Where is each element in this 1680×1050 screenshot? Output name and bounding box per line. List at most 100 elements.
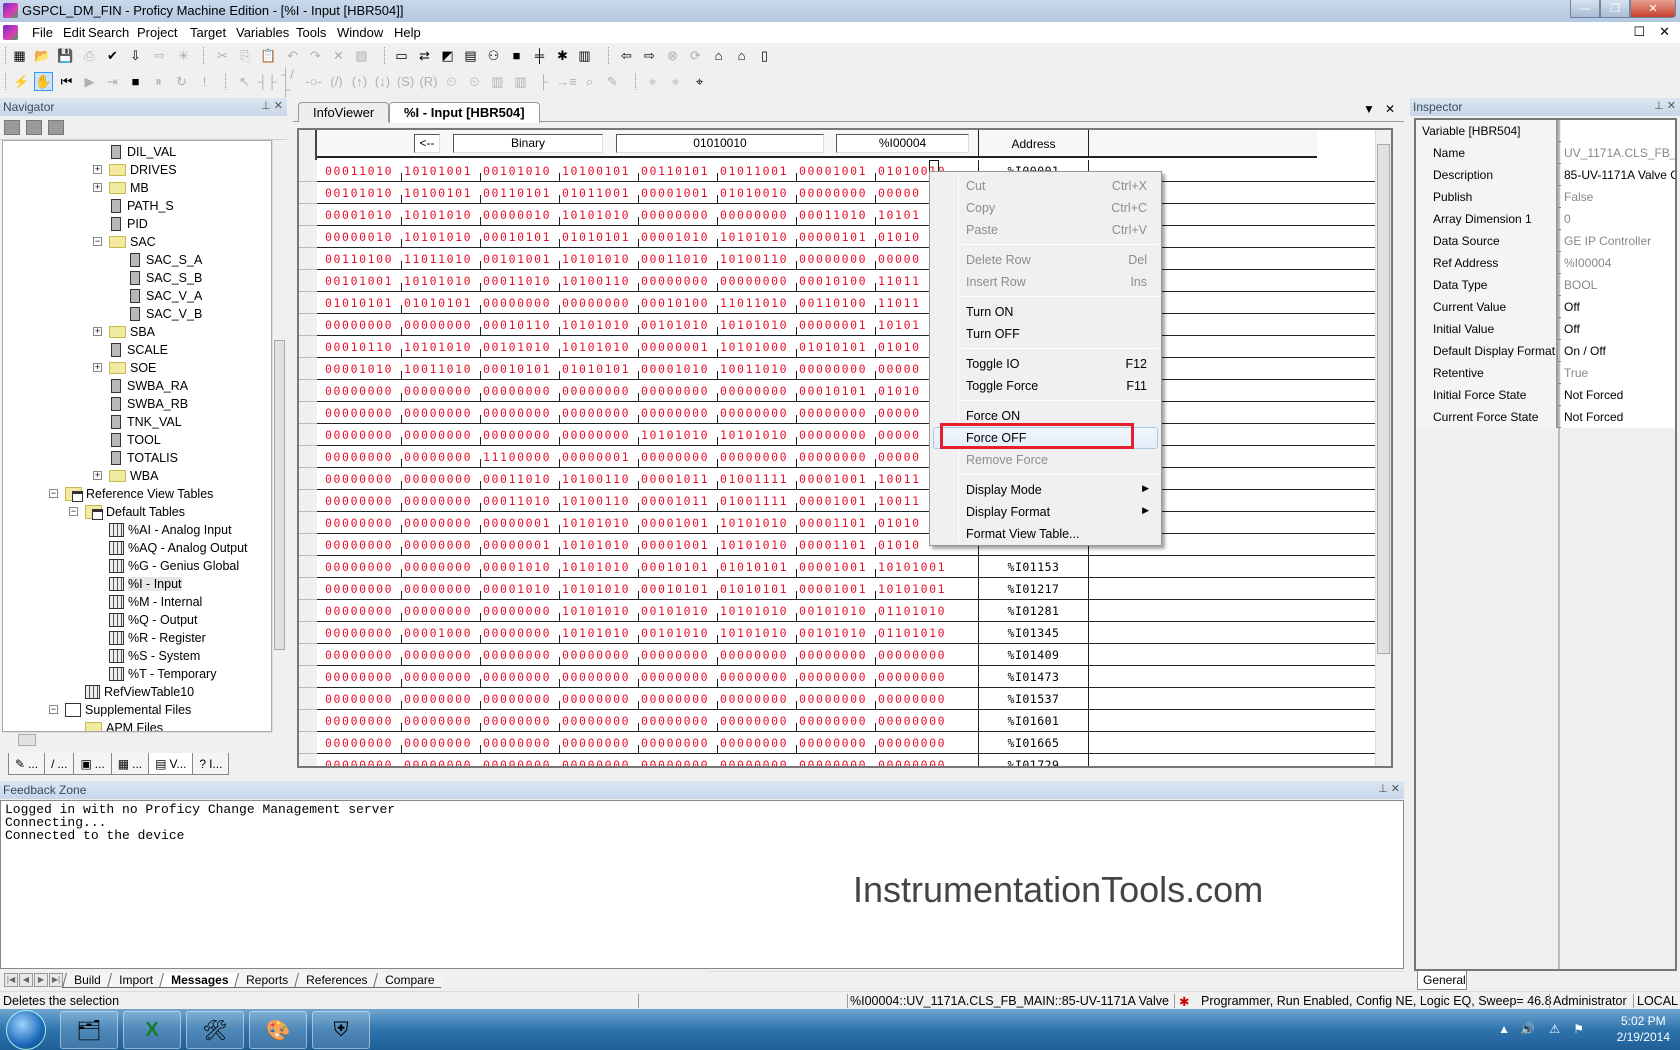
expand-icon[interactable]: + <box>93 327 102 336</box>
binary-cell[interactable]: 00000000 <box>799 450 867 464</box>
tree-item[interactable]: PATH_S <box>109 197 174 215</box>
binary-cell[interactable]: 01011001 <box>562 186 630 200</box>
binary-cell[interactable]: 01101010 <box>878 604 946 618</box>
binoculars-icon[interactable]: ⌖ <box>643 72 662 91</box>
tools-icon[interactable]: 🛠 <box>186 1011 244 1049</box>
binary-cell[interactable]: 10100101 <box>562 164 630 178</box>
binary-cell[interactable]: 00101010 <box>483 340 551 354</box>
binary-cell[interactable]: 00000000 <box>404 736 472 750</box>
tray-expand-icon[interactable]: ▲ <box>1498 1022 1510 1036</box>
tab-infoviewer[interactable]: InfoViewer <box>298 102 390 122</box>
table-row[interactable]: 00001010 10101010 00000010 10101010 00000000… <box>299 204 1391 226</box>
row-selector[interactable] <box>299 182 317 204</box>
binary-cell[interactable]: 00000000 <box>799 736 867 750</box>
binary-cell[interactable]: 00000000 <box>720 406 788 420</box>
binary-cell[interactable]: 00110101 <box>483 186 551 200</box>
binary-cell[interactable]: 01010 <box>878 516 921 530</box>
binary-cell[interactable]: 00001011 <box>641 472 709 486</box>
lightbulb-icon[interactable]: ☀ <box>174 46 193 65</box>
expand-icon[interactable]: + <box>93 183 102 192</box>
binary-cell[interactable]: 00001001 <box>641 186 709 200</box>
clock[interactable]: 5:02 PM 2/19/2014 <box>1617 1013 1670 1045</box>
binary-cell[interactable]: 00101010 <box>799 604 867 618</box>
feedback-tab-compare[interactable]: Compare <box>373 972 446 988</box>
inspector-row-current-value[interactable]: Current Value Off <box>1416 296 1675 318</box>
tree-item[interactable]: %M - Internal <box>109 593 202 611</box>
binary-cell[interactable]: 10101010 <box>720 538 788 552</box>
navigator-icon[interactable]: ▦ <box>10 46 29 65</box>
binary-cell[interactable]: 10101010 <box>404 230 472 244</box>
binary-cell[interactable]: 00000101 <box>799 230 867 244</box>
watch-icon[interactable]: ⚇ <box>484 46 503 65</box>
tree-item[interactable]: SCALE <box>109 341 168 359</box>
rewind-icon[interactable]: ⏮ <box>57 72 76 91</box>
binary-cell[interactable]: 00000000 <box>483 384 551 398</box>
property-value[interactable]: UV_1171A.CLS_FB_MA <box>1561 142 1675 164</box>
binary-cell[interactable]: 10101 <box>878 318 921 332</box>
back-icon[interactable]: ⇦ <box>617 46 636 65</box>
binary-cell[interactable]: 00000000 <box>641 692 709 706</box>
tree-item[interactable]: DRIVES <box>109 161 177 179</box>
binary-cell[interactable]: 00000000 <box>404 450 472 464</box>
binary-cell[interactable]: 00000000 <box>799 428 867 442</box>
binary-cell[interactable]: 00000001 <box>483 516 551 530</box>
binary-cell[interactable]: 00000000 <box>799 648 867 662</box>
close-document-icon[interactable]: ✕ <box>1385 102 1395 116</box>
binary-cell[interactable]: 00000000 <box>562 648 630 662</box>
inspector-row-initial-force-state[interactable]: Initial Force State Not Forced <box>1416 384 1675 406</box>
menu-item-toggle-io[interactable]: Toggle IO F12 <box>966 353 1151 375</box>
inspector-row-retentive[interactable]: Retentive True <box>1416 362 1675 384</box>
binary-cell[interactable]: 10101010 <box>562 604 630 618</box>
reference-address-field[interactable]: %I00004 <box>836 134 969 153</box>
table-row[interactable]: 00000000 00000000 00001010 10101010 00010101… <box>299 556 1391 578</box>
binary-cell[interactable]: 11011 <box>878 274 921 288</box>
table-row[interactable]: 00000000 00000000 00011010 10100110 00001011… <box>299 490 1391 512</box>
binary-cell[interactable]: 00101010 <box>641 626 709 640</box>
binary-cell[interactable]: 00000000 <box>878 670 946 684</box>
collapse-icon[interactable]: − <box>69 507 78 516</box>
binary-cell[interactable]: 00000 <box>878 450 921 464</box>
binary-cell[interactable]: 00001010 <box>325 208 393 222</box>
property-value[interactable]: 0 <box>1561 208 1675 230</box>
binary-cell[interactable]: 00011010 <box>483 274 551 288</box>
binary-cell[interactable]: 10101010 <box>720 230 788 244</box>
tree-item[interactable]: SAC <box>109 233 156 251</box>
binary-cell[interactable]: 01010101 <box>562 230 630 244</box>
binary-cell[interactable]: 00000000 <box>325 582 393 596</box>
binary-cell[interactable]: 00001001 <box>641 538 709 552</box>
toolbox-icon[interactable]: ■ <box>507 46 526 65</box>
copy-icon[interactable]: ⎘ <box>236 46 255 65</box>
menu-edit[interactable]: Edit <box>63 25 85 40</box>
row-selector[interactable] <box>299 622 317 644</box>
tab-input-table[interactable]: %I - Input [HBR504] <box>389 102 540 123</box>
star-help-icon[interactable]: ✱ <box>553 46 572 65</box>
table-vscroll[interactable] <box>1375 130 1391 766</box>
binary-cell[interactable]: 00000000 <box>404 604 472 618</box>
row-selector[interactable] <box>299 644 317 666</box>
proficy-icon[interactable]: ⛨ <box>312 1011 370 1049</box>
binary-cell[interactable]: 00101001 <box>483 252 551 266</box>
window-icon[interactable]: ▭ <box>392 46 411 65</box>
excel-icon[interactable]: X <box>123 1011 181 1049</box>
binary-cell[interactable]: 00000000 <box>325 472 393 486</box>
first-tab-arrow[interactable]: |◀ <box>4 973 18 987</box>
row-selector[interactable] <box>299 534 317 556</box>
tree-item[interactable]: SAC_S_B <box>128 269 202 287</box>
binary-cell[interactable]: 00000000 <box>562 406 630 420</box>
mdi-close-button[interactable]: ✕ <box>1659 24 1670 40</box>
binary-cell[interactable]: 01010101 <box>404 296 472 310</box>
next-tab-arrow[interactable]: ▶ <box>34 973 48 987</box>
back-button[interactable]: <-- <box>414 134 440 153</box>
property-value[interactable]: On / Off <box>1561 340 1675 362</box>
tree-item[interactable]: RefViewTable10 <box>85 683 194 701</box>
row-selector[interactable] <box>299 204 317 226</box>
table-row[interactable]: 00000000 00000000 00000000 00000000 00000000… <box>299 688 1391 710</box>
binary-cell[interactable]: 00000000 <box>641 736 709 750</box>
binary-cell[interactable]: 00000000 <box>404 384 472 398</box>
binary-cell[interactable]: 00000000 <box>404 714 472 728</box>
binary-cell[interactable]: 00000000 <box>878 692 946 706</box>
binary-cell[interactable]: 00000001 <box>483 538 551 552</box>
feedback-tab-import[interactable]: Import <box>106 972 164 988</box>
tree-item[interactable]: %T - Temporary <box>109 665 216 683</box>
binary-cell[interactable]: 00110100 <box>325 252 393 266</box>
